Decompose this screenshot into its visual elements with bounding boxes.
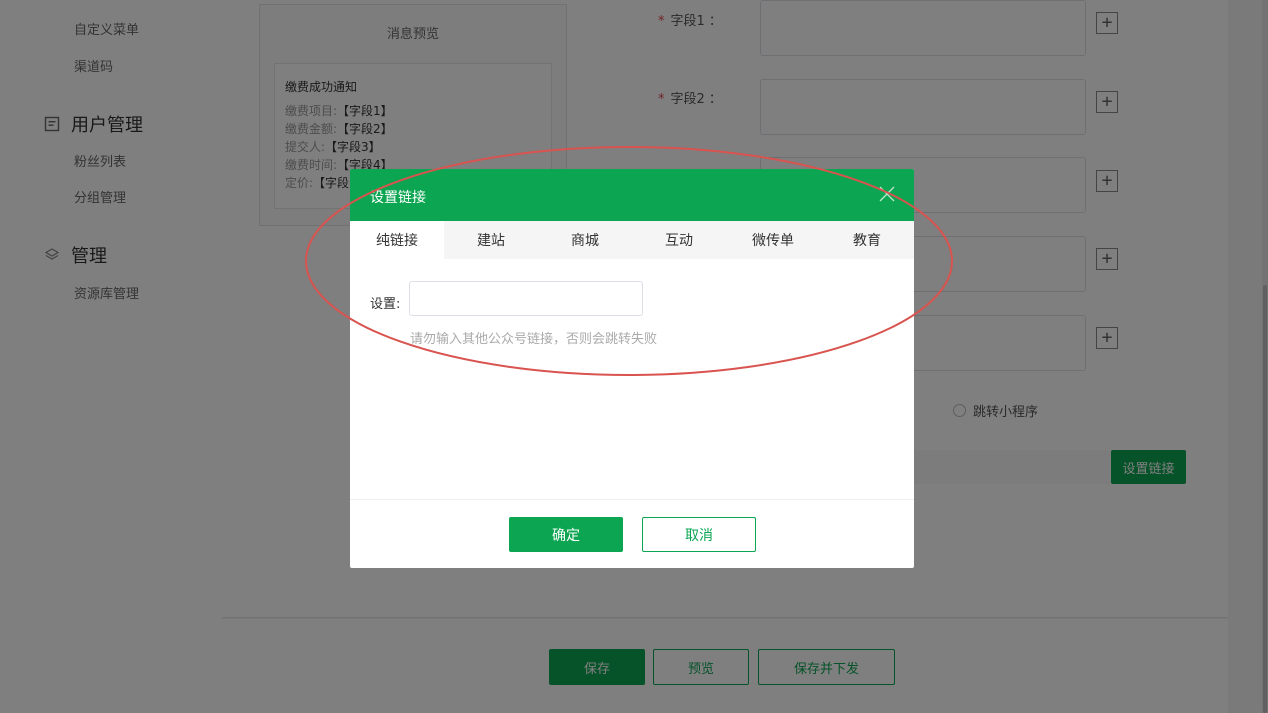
link-hint-text: 请勿输入其他公众号链接，否则会跳转失败 <box>410 332 658 347</box>
set-link-dialog: 设置链接 纯链接 建站 商城 互动 微传单 教育 设置: 请勿输入其他公众号链接… <box>350 169 914 568</box>
tab-micro-flyer[interactable]: 微传单 <box>726 221 820 259</box>
confirm-button[interactable]: 确定 <box>509 517 623 552</box>
tab-interaction[interactable]: 互动 <box>632 221 726 259</box>
link-setting-label: 设置: <box>370 297 401 312</box>
link-url-input[interactable] <box>409 281 643 316</box>
cancel-button[interactable]: 取消 <box>642 517 756 552</box>
tab-plain-link[interactable]: 纯链接 <box>350 221 444 259</box>
dialog-title: 设置链接 <box>370 190 426 206</box>
tab-mall[interactable]: 商城 <box>538 221 632 259</box>
tab-site[interactable]: 建站 <box>444 221 538 259</box>
close-icon[interactable] <box>874 181 900 207</box>
dialog-divider <box>350 499 914 500</box>
dialog-header: 设置链接 <box>350 169 914 221</box>
tab-education[interactable]: 教育 <box>820 221 914 259</box>
link-type-tabs: 纯链接 建站 商城 互动 微传单 教育 <box>350 221 914 259</box>
